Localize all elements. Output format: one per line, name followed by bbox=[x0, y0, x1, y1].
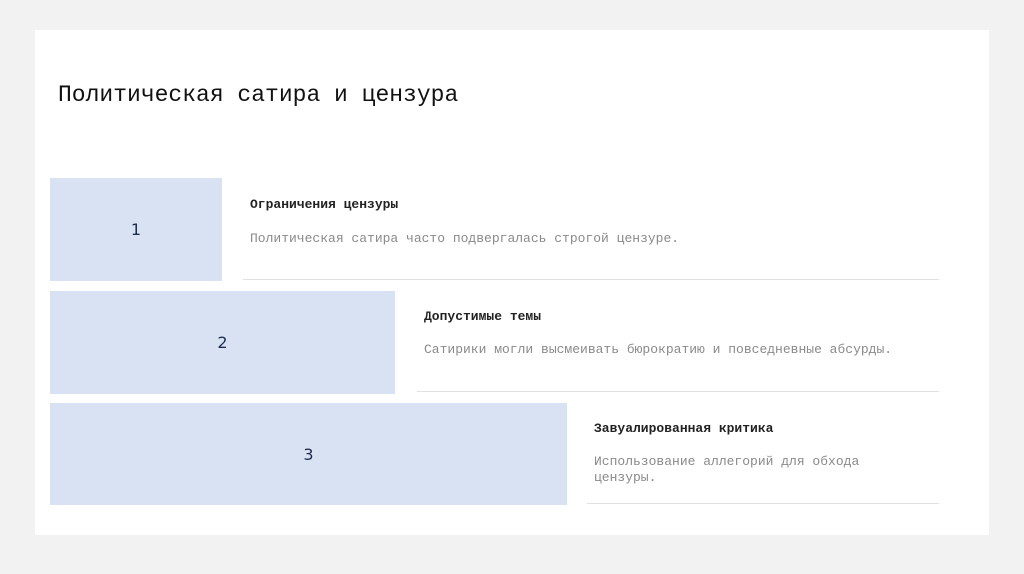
step-1-heading: Ограничения цензуры bbox=[250, 197, 399, 212]
slide-title: Политическая сатира и цензура bbox=[58, 82, 459, 108]
step-2-description: Сатирики могли высмеивать бюрократию и п… bbox=[424, 342, 893, 357]
slide: Политическая сатира и цензура 1 Ограниче… bbox=[35, 30, 989, 535]
step-2-content: Допустимые темы Сатирики могли высмеиват… bbox=[417, 291, 939, 392]
step-2-number: 2 bbox=[217, 333, 228, 352]
step-1-content: Ограничения цензуры Политическая сатира … bbox=[243, 178, 939, 280]
step-1-description: Политическая сатира часто подвергалась с… bbox=[250, 231, 680, 246]
step-1-number: 1 bbox=[130, 220, 142, 239]
step-3-heading: Завуалированная критика bbox=[594, 421, 774, 436]
step-2-heading: Допустимые темы bbox=[424, 309, 542, 324]
step-3-number-box: 3 bbox=[50, 403, 567, 505]
step-2-number-box: 2 bbox=[50, 291, 395, 394]
step-3-number: 3 bbox=[303, 444, 314, 464]
step-1-number-box: 1 bbox=[50, 178, 222, 281]
step-3-content: Завуалированная критика Использование ал… bbox=[587, 403, 939, 504]
step-3-description: Использование аллегорий для обхода цензу… bbox=[594, 454, 860, 485]
